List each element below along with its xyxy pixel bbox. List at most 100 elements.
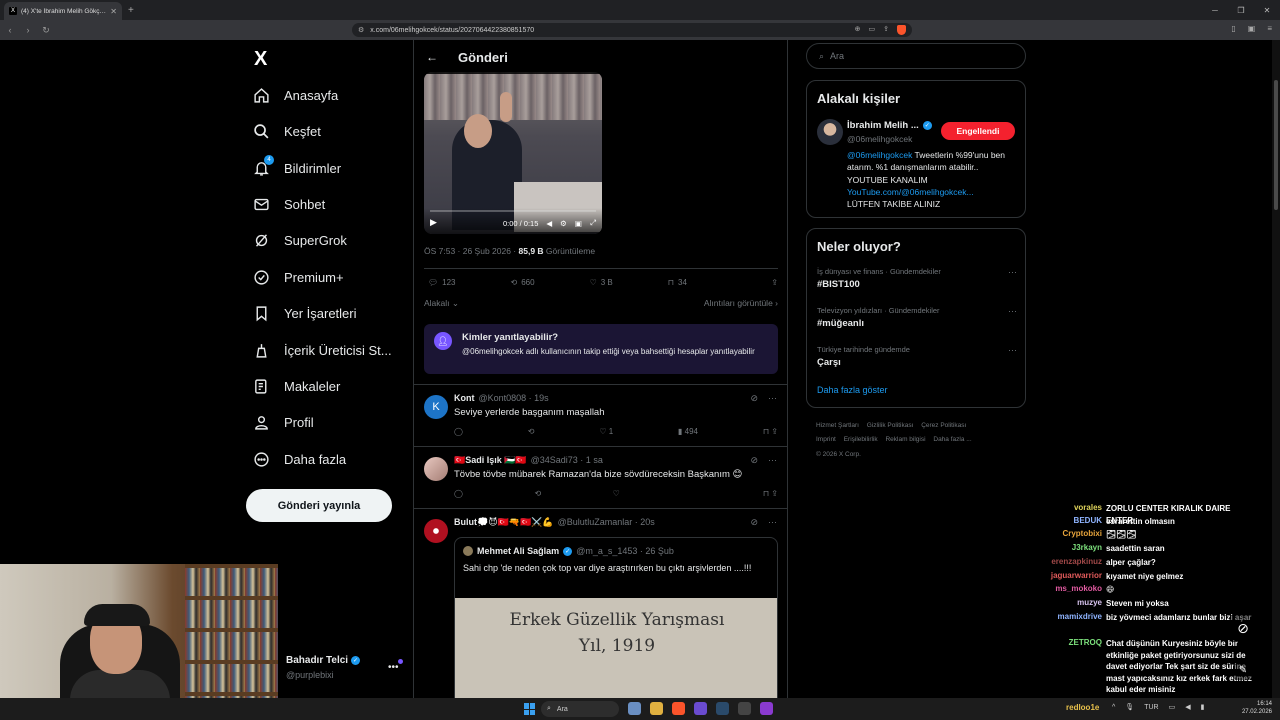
zoom-icon[interactable]: ⊕ xyxy=(855,25,861,35)
repost-icon[interactable]: ⟲ xyxy=(534,489,541,498)
widgets-icon[interactable] xyxy=(628,702,641,715)
post-timestamp[interactable]: ÖS 7:53 · 26 Şub 2026 · xyxy=(424,246,519,256)
back-arrow-icon[interactable]: ← xyxy=(426,50,438,64)
footer-link[interactable]: Erişilebilirlik xyxy=(844,436,878,443)
close-tab-icon[interactable]: ✕ xyxy=(110,7,117,16)
more-icon[interactable]: ··· xyxy=(1008,306,1017,316)
footer-link[interactable]: Çerez Politikası xyxy=(921,422,966,429)
avatar[interactable] xyxy=(424,519,448,543)
scrollbar-thumb[interactable] xyxy=(1274,80,1278,210)
like-button[interactable]: ♡ 3 B xyxy=(590,278,613,287)
trend-item[interactable]: İş dünyası ve finans · Gündemdekiler #BI… xyxy=(817,267,1017,290)
reply-item[interactable]: 🇹🇷Sadi Işık 🇵🇸🇹🇷 @34Sadi73 · 1 sa Tövbe t… xyxy=(414,446,787,508)
more-icon[interactable]: ··· xyxy=(768,393,777,404)
minimize-icon[interactable]: ─ xyxy=(1202,0,1228,20)
menu-icon[interactable]: ≡ xyxy=(1267,24,1272,33)
bookmark-share-icons[interactable]: ⊓ ⇪ xyxy=(763,427,778,436)
repost-button[interactable]: ⟲ 660 xyxy=(511,278,535,287)
tray-chevron-icon[interactable]: ^ xyxy=(1112,704,1115,711)
language-indicator[interactable]: TUR xyxy=(1144,704,1158,711)
view-quotes-link[interactable]: Alıntıları görüntüle › xyxy=(704,298,778,309)
reply-author-name[interactable]: 🇹🇷Sadi Işık 🇵🇸🇹🇷 xyxy=(454,455,527,466)
twitch-icon[interactable] xyxy=(760,702,773,715)
reply-icon[interactable]: ◯ xyxy=(454,489,463,498)
brave-icon[interactable] xyxy=(672,702,685,715)
like-button[interactable]: ♡ xyxy=(613,489,620,498)
address-bar[interactable]: ⚙ x.com/06melihgokcek/status/20270644223… xyxy=(352,23,912,37)
volume-icon[interactable]: ◀ xyxy=(546,219,552,228)
back-icon[interactable]: ‹ xyxy=(2,22,18,38)
blocked-button[interactable]: Engellendi xyxy=(941,122,1015,140)
share-icon[interactable]: ⇪ xyxy=(883,25,889,35)
footer-link[interactable]: Gizlilik Politikası xyxy=(867,422,914,429)
related-user-handle[interactable]: @06melihgokcek xyxy=(847,134,912,144)
new-tab-button[interactable]: + xyxy=(128,5,134,16)
sidebar-item-notifications[interactable]: 4 Bildirimler xyxy=(252,155,341,180)
taskbar-clock[interactable]: 16:14 27.02.2026 xyxy=(1242,700,1272,717)
account-switcher[interactable]: Bahadır Telci ✓ @purplebixi xyxy=(286,655,361,680)
reply-item[interactable]: K Kont @Kont0808 · 19s Seviye yerlerde ba… xyxy=(414,384,787,446)
browser-tab[interactable]: X (4) X'te İbrahim Melih Gökçek: "... ✕ xyxy=(4,2,122,20)
video-player[interactable]: ▶ 0:00 / 0:15 ◀ ⚙ ▣ ⤢ xyxy=(424,72,602,234)
site-info-icon[interactable]: ⚙ xyxy=(358,26,364,34)
bio-youtube-link[interactable]: YouTube.com/@06melihgokcek... xyxy=(847,187,974,197)
avatar[interactable] xyxy=(817,119,843,145)
avatar[interactable]: K xyxy=(424,395,448,419)
post-button[interactable]: Gönderi yayınla xyxy=(246,489,392,522)
sidebar-item-more[interactable]: Daha fazla xyxy=(252,447,346,471)
obs-icon[interactable] xyxy=(738,702,751,715)
play-icon[interactable]: ▶ xyxy=(430,217,437,228)
sidebar-item-articles[interactable]: Makaleler xyxy=(252,374,340,398)
sidebar-item-premium[interactable]: Premium+ xyxy=(252,265,344,289)
discord-icon[interactable] xyxy=(694,702,707,715)
footer-link[interactable]: Daha fazla ... xyxy=(933,436,971,443)
trend-item[interactable]: Televizyon yıldızları · Gündemdekiler #m… xyxy=(817,306,1017,329)
grok-icon[interactable]: ⊘ xyxy=(750,517,758,528)
more-icon[interactable]: ··· xyxy=(768,455,777,466)
views-button[interactable]: ▮ 494 xyxy=(678,427,698,436)
fullscreen-icon[interactable]: ⤢ xyxy=(590,218,596,228)
forward-icon[interactable]: › xyxy=(20,22,36,38)
wallet-icon[interactable]: ▣ xyxy=(1248,24,1256,33)
footer-link[interactable]: Reklam bilgisi xyxy=(885,436,925,443)
reload-icon[interactable]: ↻ xyxy=(38,22,54,38)
reply-author-name[interactable]: Kont xyxy=(454,393,475,403)
footer-link[interactable]: Imprint xyxy=(816,436,836,443)
grok-icon[interactable]: ⊘ xyxy=(750,393,758,404)
reply-button[interactable]: 💬︎ 123 xyxy=(428,278,456,287)
quoted-post[interactable]: Mehmet Ali Sağlam ✓ @m_a_s_1453 · 26 Şub… xyxy=(454,537,778,707)
sidebar-item-explore[interactable]: Keşfet xyxy=(252,119,321,143)
reply-author-handle[interactable]: @BulutluZamanlar · 20s xyxy=(558,517,655,528)
cast-icon[interactable]: ▭ xyxy=(869,25,876,35)
sidebar-toggle-icon[interactable]: ▯ xyxy=(1231,24,1235,33)
bio-mention-link[interactable]: @06melihgokcek xyxy=(847,150,912,160)
sidebar-item-home[interactable]: Anasayfa xyxy=(252,83,338,107)
like-button[interactable]: ♡ 1 xyxy=(599,427,613,436)
microphone-icon[interactable]: 🎙︎ xyxy=(1125,703,1134,711)
bookmark-button[interactable]: ⊓ 34 xyxy=(668,278,687,287)
file-explorer-icon[interactable] xyxy=(650,702,663,715)
pip-icon[interactable]: ▣ xyxy=(575,219,582,228)
sort-dropdown[interactable]: Alakalı ⌄ xyxy=(424,298,459,309)
windows-start-icon[interactable] xyxy=(524,703,536,715)
bookmark-share-icons[interactable]: ⊓ ⇪ xyxy=(763,489,778,498)
reply-author-handle[interactable]: @34Sadi73 · 1 sa xyxy=(531,455,603,466)
battery-icon[interactable]: ▮ xyxy=(1201,703,1205,711)
reply-icon[interactable]: ◯ xyxy=(454,427,463,436)
avatar[interactable] xyxy=(424,457,448,481)
footer-link[interactable]: Hizmet Şartları xyxy=(816,422,859,429)
brave-shield-icon[interactable] xyxy=(897,25,906,35)
search-input[interactable]: ⌕ Ara xyxy=(806,43,1026,69)
close-window-icon[interactable]: ✕ xyxy=(1254,0,1280,20)
grok-overlay-icon[interactable]: ⊘ xyxy=(1229,614,1257,642)
x-logo-icon[interactable]: X xyxy=(254,48,267,71)
show-more-link[interactable]: Daha fazla göster xyxy=(817,385,888,395)
account-more-button[interactable]: ••• xyxy=(388,662,399,673)
reply-author-handle[interactable]: @Kont0808 · 19s xyxy=(479,393,549,403)
reply-item[interactable]: Bulut💭😈🇹🇷🔫🇹🇷⚔️💪 @BulutluZamanlar · 20s ⊘ ·… xyxy=(414,508,787,720)
quote-image[interactable]: Erkek Güzellik Yarışması Yıl, 1919 xyxy=(455,598,777,706)
sidebar-item-bookmarks[interactable]: Yer İşaretleri xyxy=(252,301,357,325)
maximize-icon[interactable]: ❐ xyxy=(1228,0,1254,20)
share-button[interactable]: ⇪ xyxy=(771,278,778,287)
taskbar-search[interactable]: ⌕ Ara xyxy=(541,701,619,717)
